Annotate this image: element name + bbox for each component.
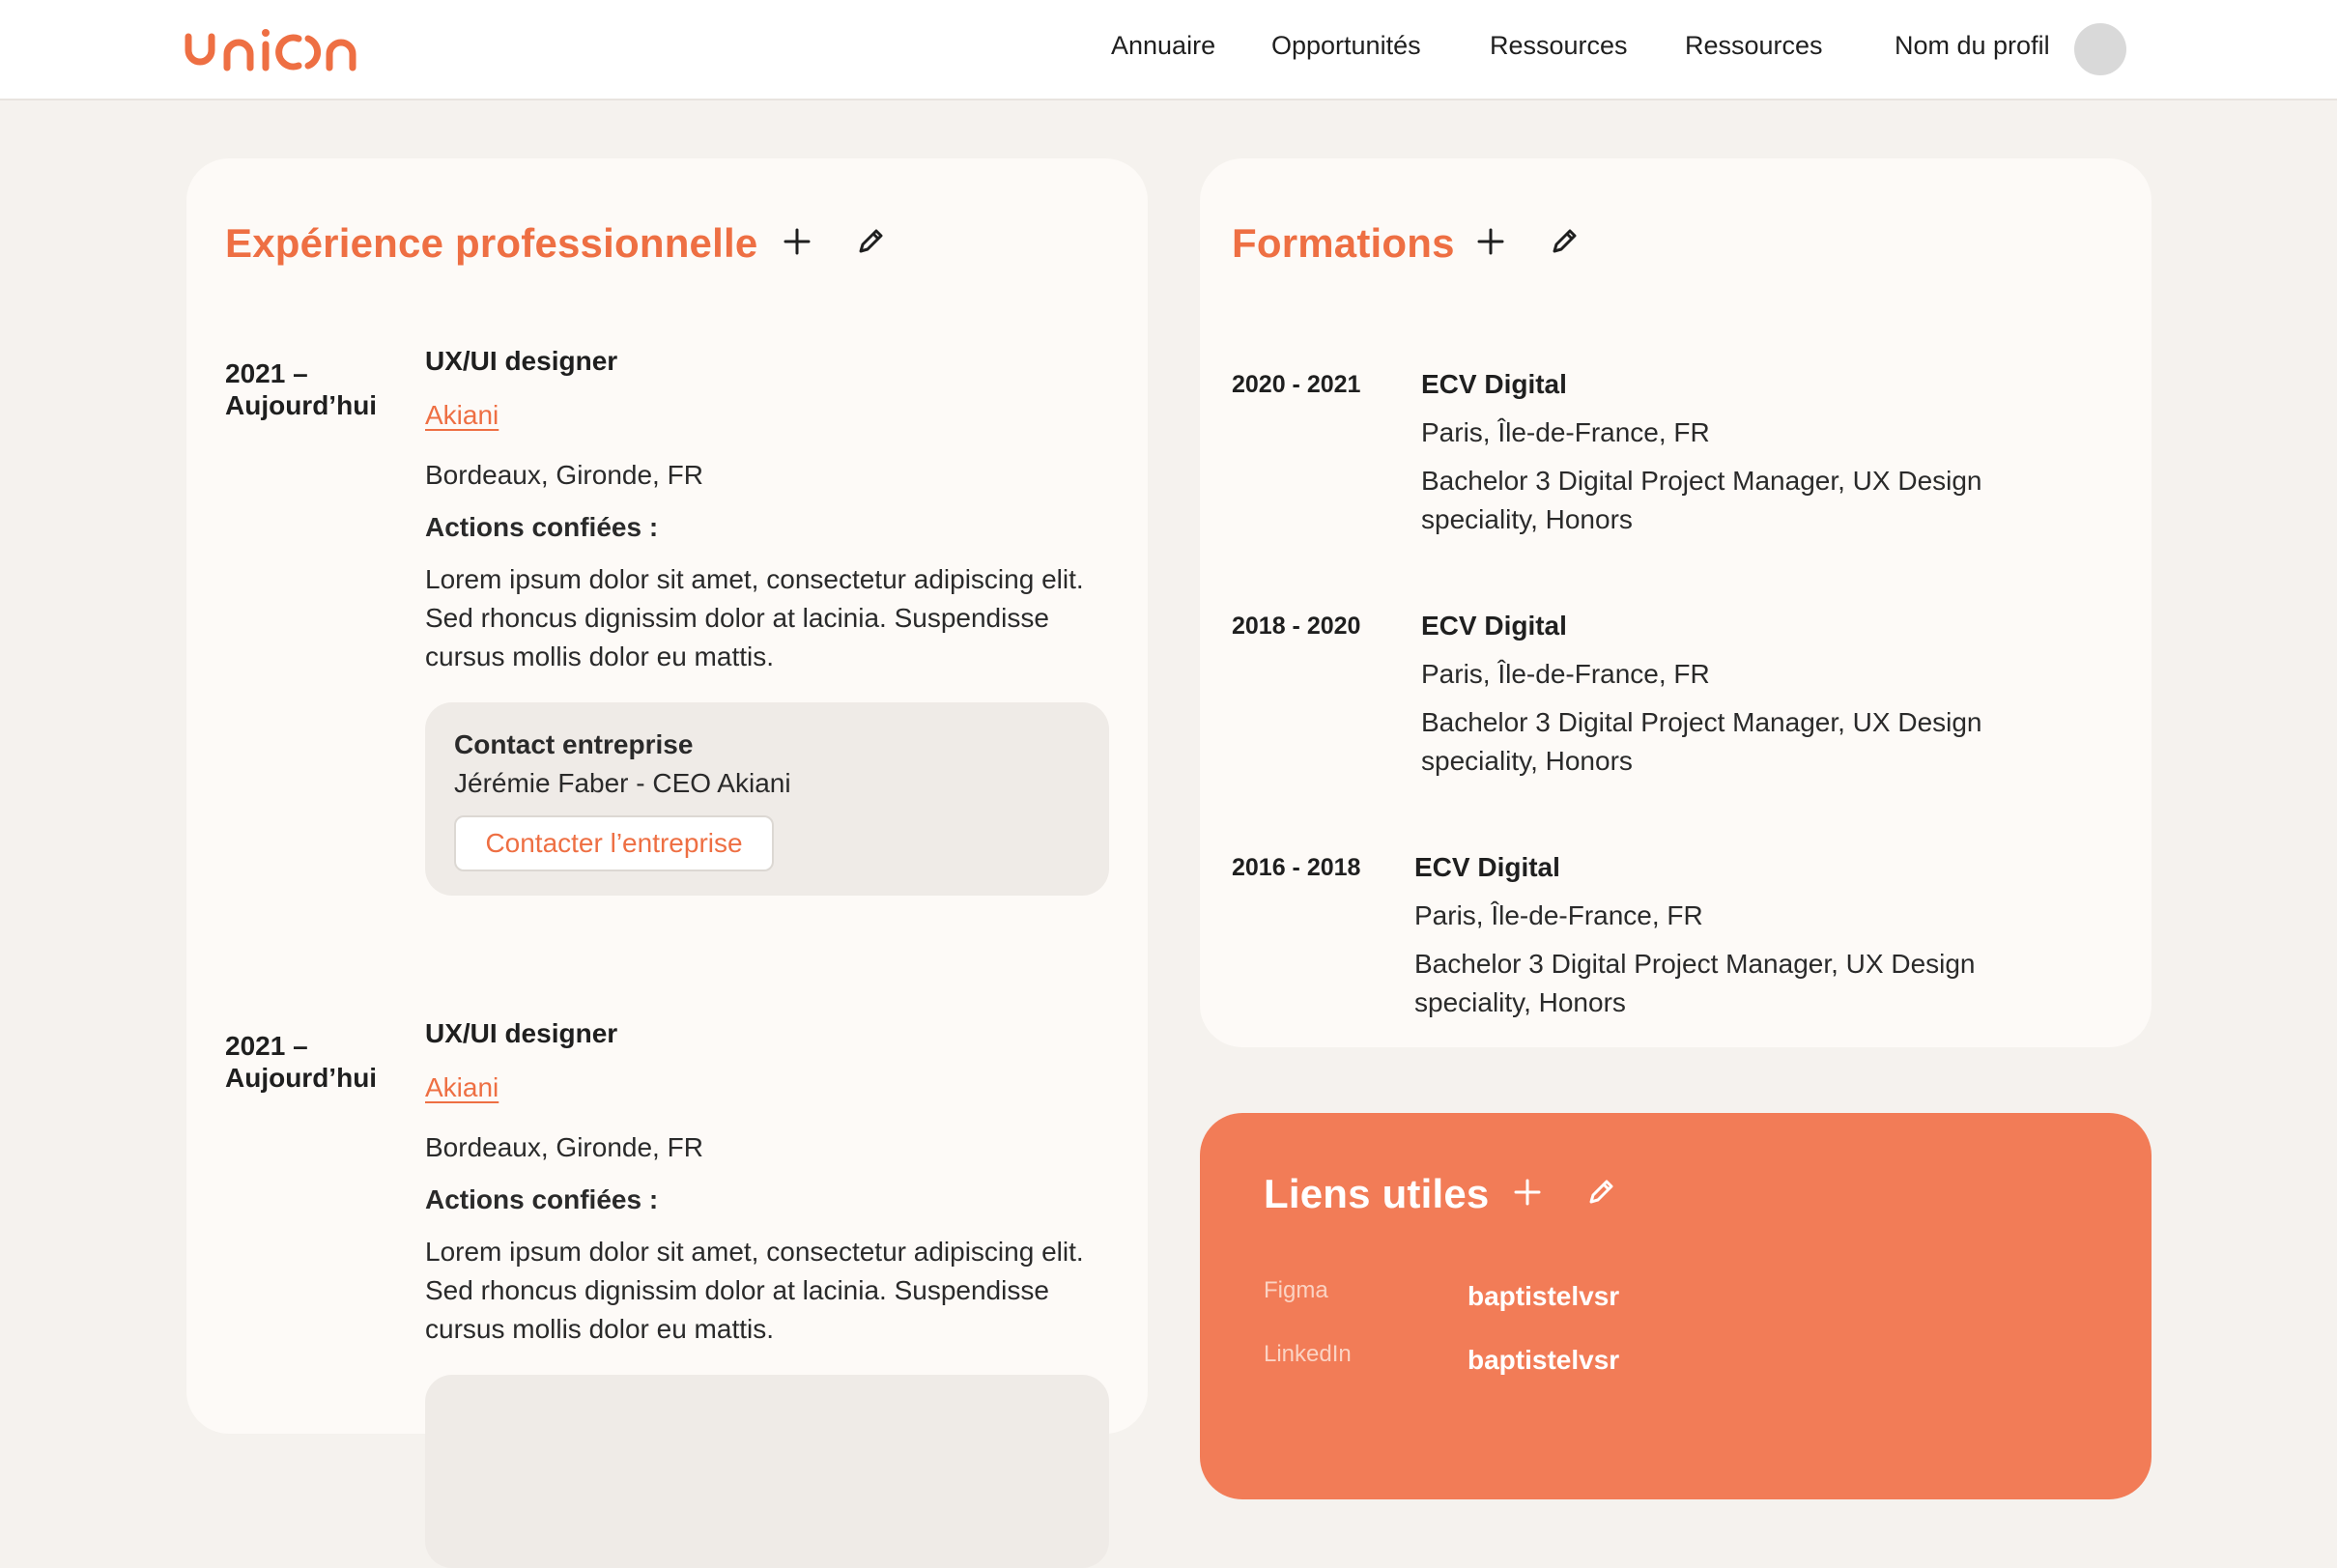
actions-label: Actions confiées : [425,1184,659,1214]
profile-name[interactable]: Nom du profil [1895,31,2050,61]
job-location: Bordeaux, Gironde, FR [425,1132,703,1162]
formation-location: Paris, Île-de-France, FR [1421,417,1710,447]
edit-experience-pencil-icon[interactable] [851,222,890,261]
contact-entreprise-box: Contact entreprise Jérémie Faber - CEO A… [425,702,1109,896]
top-navigation-bar: Annuaire Opportunités Ressources Ressour… [0,0,2337,100]
actions-label: Actions confiées : [425,512,659,542]
contact-title: Contact entreprise [454,729,694,759]
formations-card: Formations 2020 - 2021 ECV Digital Paris… [1200,158,2152,1047]
contact-entreprise-box [425,1375,1109,1568]
company-link[interactable]: Akiani [425,400,499,431]
formation-date: 2018 - 2020 [1232,613,1361,640]
avatar[interactable] [2074,23,2126,75]
formation-school: ECV Digital [1421,611,1567,641]
link-value[interactable]: baptistelvsr [1468,1281,1619,1312]
add-experience-plus-icon[interactable] [778,222,816,261]
experience-date-end: Aujourd’hui [225,1063,378,1093]
union-logo[interactable] [185,25,358,71]
edit-formation-pencil-icon[interactable] [1545,222,1583,261]
formation-date: 2020 - 2021 [1232,371,1361,398]
formation-location: Paris, Île-de-France, FR [1414,900,1703,930]
link-label: Figma [1264,1277,1328,1303]
job-title: UX/UI designer [425,346,618,376]
contact-company-button[interactable]: Contacter l’entreprise [454,815,774,871]
link-value[interactable]: baptistelvsr [1468,1345,1619,1376]
useful-links-card: Liens utiles Figma baptistelvsr LinkedIn… [1200,1113,2152,1499]
formation-degree: Bachelor 3 Digital Project Manager, UX D… [1421,707,1982,776]
add-formation-plus-icon[interactable] [1471,222,1510,261]
job-location: Bordeaux, Gironde, FR [425,460,703,490]
company-link[interactable]: Akiani [425,1072,499,1103]
formation-date: 2016 - 2018 [1232,854,1361,881]
job-description: Lorem ipsum dolor sit amet, consectetur … [425,1237,1084,1344]
nav-ressources[interactable]: Ressources [1490,31,1628,61]
formations-title: Formations [1232,220,1455,266]
links-title: Liens utiles [1264,1171,1490,1216]
nav-annuaire[interactable]: Annuaire [1111,31,1215,61]
formation-school: ECV Digital [1414,852,1560,882]
edit-links-pencil-icon[interactable] [1582,1173,1620,1212]
experience-date-end: Aujourd’hui [225,390,378,420]
nav-opportunites[interactable]: Opportunités [1271,31,1421,61]
formation-degree: Bachelor 3 Digital Project Manager, UX D… [1414,949,1976,1017]
experience-date-start: 2021 – [225,358,308,388]
job-description: Lorem ipsum dolor sit amet, consectetur … [425,564,1084,671]
add-link-plus-icon[interactable] [1508,1173,1547,1212]
nav-ressources-2[interactable]: Ressources [1685,31,1823,61]
job-title: UX/UI designer [425,1018,618,1048]
formation-location: Paris, Île-de-France, FR [1421,659,1710,689]
formation-school: ECV Digital [1421,369,1567,399]
contact-person: Jérémie Faber - CEO Akiani [454,768,791,798]
experience-date-start: 2021 – [225,1031,308,1061]
formation-degree: Bachelor 3 Digital Project Manager, UX D… [1421,466,1982,534]
experience-title: Expérience professionnelle [225,220,758,266]
experience-card: Expérience professionnelle 2021 – Aujour… [186,158,1148,1568]
link-label: LinkedIn [1264,1341,1352,1367]
